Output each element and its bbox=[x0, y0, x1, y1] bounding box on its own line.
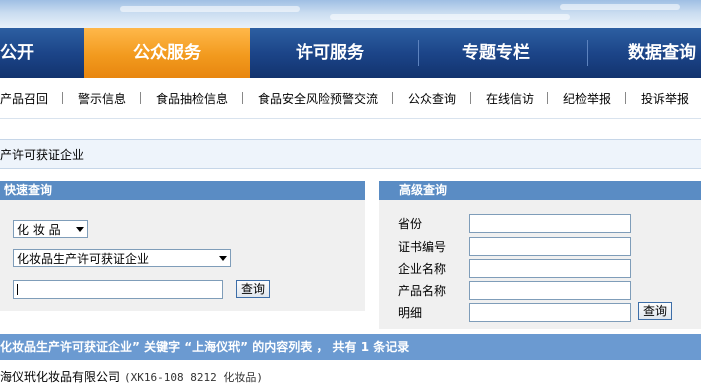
subnav-item-complaint-report[interactable]: 投诉举报 bbox=[641, 90, 689, 107]
subnav-divider bbox=[140, 92, 141, 104]
subnav-item-online-petition[interactable]: 在线信访 bbox=[486, 90, 534, 107]
subnav-item-public-query[interactable]: 公众查询 bbox=[408, 90, 456, 107]
banner-decoration bbox=[120, 6, 300, 12]
province-input[interactable] bbox=[469, 214, 631, 233]
product-name-input[interactable] bbox=[469, 281, 631, 300]
province-label: 省份 bbox=[398, 217, 423, 231]
nav-item-license-service[interactable]: 许可服务 bbox=[296, 28, 396, 78]
certificate-number-input[interactable] bbox=[469, 237, 631, 256]
results-header: 化妆品生产许可获证企业” 关键字 “上海仪玳” 的内容列表 ， 共有 1 条记录 bbox=[0, 334, 701, 360]
nav-divider bbox=[418, 40, 419, 66]
chevron-down-icon bbox=[219, 256, 227, 261]
subnav-divider bbox=[547, 92, 548, 104]
banner-decoration bbox=[560, 4, 680, 10]
company-name-input[interactable] bbox=[469, 259, 631, 278]
quick-search-panel: 快速查询 化 妆 品 化妆品生产许可获证企业 查询 bbox=[0, 181, 365, 311]
site-banner bbox=[0, 0, 701, 28]
nav-item-public-service[interactable]: 公众服务 bbox=[84, 28, 250, 78]
list-item[interactable]: 海仪玳化妆品有限公司 (XK16-108 8212 化妆品) bbox=[0, 368, 263, 385]
results-header-text: 化妆品生产许可获证企业” 关键字 “上海仪玳” 的内容列表 ， 共有 1 条记录 bbox=[0, 340, 410, 354]
certificate-number-label: 证书编号 bbox=[398, 240, 447, 254]
advanced-search-title: 高级查询 bbox=[379, 181, 701, 200]
subnav-divider bbox=[470, 92, 471, 104]
nav-item-disclosure[interactable]: 公开 bbox=[0, 28, 60, 78]
text-caret bbox=[17, 284, 18, 295]
subnav-item-discipline-report[interactable]: 纪检举报 bbox=[563, 90, 611, 107]
subnav-item-warnings[interactable]: 警示信息 bbox=[78, 90, 126, 107]
nav-item-special-topics[interactable]: 专题专栏 bbox=[462, 28, 562, 78]
category-select-value: 化 妆 品 bbox=[17, 223, 61, 237]
subnav-divider bbox=[625, 92, 626, 104]
sub-nav: 产品召回 警示信息 食品抽检信息 食品安全风险预警交流 公众查询 在线信访 纪检… bbox=[0, 78, 701, 119]
advanced-search-panel: 高级查询 省份 证书编号 企业名称 产品名称 明细 查询 bbox=[379, 181, 701, 329]
type-select[interactable]: 化妆品生产许可获证企业 bbox=[13, 249, 231, 267]
detail-input[interactable] bbox=[469, 303, 631, 322]
breadcrumb-text: 产许可获证企业 bbox=[0, 148, 85, 162]
breadcrumb: 产许可获证企业 bbox=[0, 139, 701, 169]
keyword-input[interactable] bbox=[13, 280, 223, 299]
result-company-name[interactable]: 海仪玳化妆品有限公司 bbox=[0, 370, 120, 384]
quick-search-button[interactable]: 查询 bbox=[236, 280, 270, 298]
banner-decoration bbox=[330, 14, 570, 20]
category-select[interactable]: 化 妆 品 bbox=[13, 220, 88, 238]
type-select-value: 化妆品生产许可获证企业 bbox=[17, 252, 150, 266]
subnav-divider bbox=[392, 92, 393, 104]
main-nav: 公开 公众服务 许可服务 专题专栏 数据查询 bbox=[0, 28, 701, 78]
nav-divider bbox=[587, 40, 588, 66]
subnav-item-food-inspection[interactable]: 食品抽检信息 bbox=[156, 90, 228, 107]
nav-item-data-query[interactable]: 数据查询 bbox=[628, 28, 701, 78]
subnav-divider bbox=[62, 92, 63, 104]
advanced-search-button[interactable]: 查询 bbox=[638, 302, 672, 320]
chevron-down-icon bbox=[76, 227, 84, 232]
detail-label: 明细 bbox=[398, 306, 423, 320]
result-detail: (XK16-108 8212 化妆品) bbox=[124, 371, 263, 384]
subnav-divider bbox=[242, 92, 243, 104]
company-name-label: 企业名称 bbox=[398, 262, 447, 276]
subnav-item-food-risk-warning[interactable]: 食品安全风险预警交流 bbox=[258, 90, 378, 107]
quick-search-title: 快速查询 bbox=[0, 181, 365, 200]
product-name-label: 产品名称 bbox=[398, 284, 447, 298]
subnav-item-product-recall[interactable]: 产品召回 bbox=[0, 90, 48, 107]
